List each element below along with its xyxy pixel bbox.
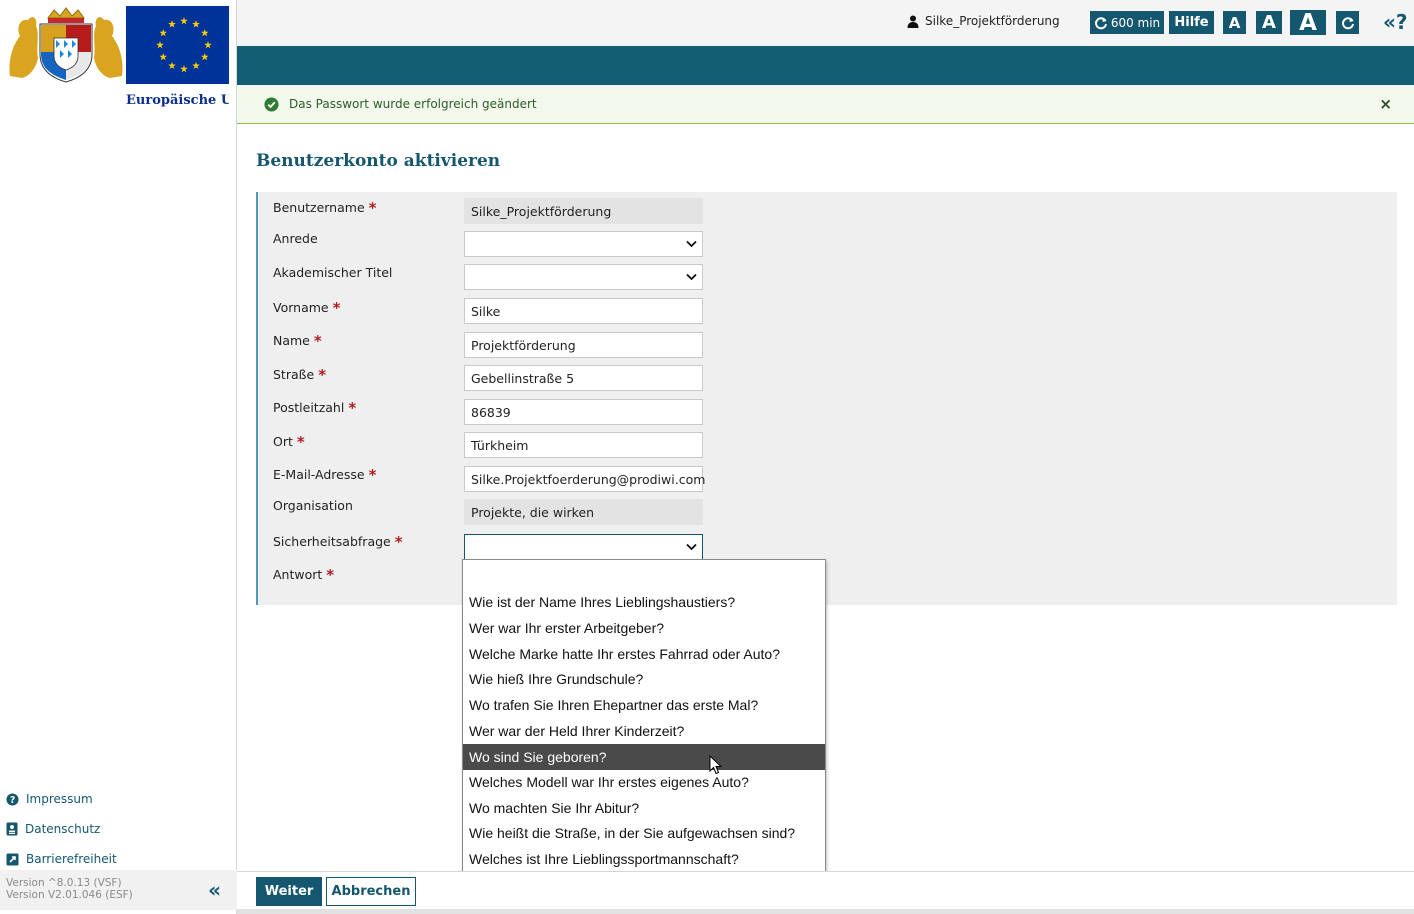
username: Silke_Projektförderung (925, 14, 1060, 28)
bottom-strip (237, 909, 1414, 914)
font-size-large-button[interactable]: A (1290, 10, 1326, 36)
akademischer-titel-select[interactable] (464, 264, 703, 290)
email-input[interactable]: Silke.Projektfoerderung@prodiwi.com (464, 466, 705, 492)
impressum-link[interactable]: ? Impressum (6, 784, 117, 814)
required-mark: * (348, 399, 357, 417)
label-antwort: Antwort * (273, 566, 335, 584)
eu-label: Europäische Union (126, 93, 229, 108)
mouse-pointer-icon (709, 755, 723, 775)
account-form: Benutzername * Anrede Akademischer Titel … (256, 192, 1397, 605)
benutzername-field: Silke_Projektförderung (464, 198, 703, 224)
option-strasse[interactable]: Wie heißt die Straße, in der Sie aufgewa… (463, 820, 825, 846)
barrierefreiheit-label: Barrierefreiheit (26, 852, 117, 866)
option-ehepartner[interactable]: Wo trafen Sie Ihren Ehepartner das erste… (463, 692, 825, 718)
close-notice-button[interactable]: × (1379, 95, 1392, 113)
option-grundschule[interactable]: Wie hieß Ihre Grundschule? (463, 666, 825, 692)
option-empty[interactable] (463, 564, 825, 590)
label-ort: Ort * (273, 433, 305, 451)
label-email: E-Mail-Adresse * (273, 466, 377, 484)
required-mark: * (318, 366, 327, 384)
user-info: Silke_Projektförderung (907, 14, 1060, 28)
eu-flag-logo (126, 6, 229, 84)
required-mark: * (326, 566, 335, 584)
required-mark: * (332, 299, 341, 317)
anrede-select[interactable] (464, 231, 703, 257)
bavaria-coat-of-arms-logo (6, 6, 126, 84)
security-question-listbox[interactable]: Wie ist der Name Ihres Lieblingshaustier… (462, 559, 826, 877)
notice-text: Das Passwort wurde erfolgreich geändert (289, 97, 537, 111)
option-held[interactable]: Wer war der Held Ihrer Kinderzeit? (463, 718, 825, 744)
required-mark: * (394, 533, 403, 551)
session-timer-button[interactable]: 600 min (1090, 11, 1164, 34)
label-postleitzahl: Postleitzahl * (273, 399, 357, 417)
external-link-icon (6, 853, 19, 865)
option-modell-auto[interactable]: Welches Modell war Ihr erstes eigenes Au… (463, 769, 825, 795)
weiter-button[interactable]: Weiter (256, 877, 322, 906)
check-circle-icon (264, 96, 279, 112)
header-band (237, 46, 1414, 85)
ort-input[interactable]: Türkheim (464, 432, 703, 458)
organisation-field: Projekte, die wirken (464, 499, 703, 525)
font-size-medium-button[interactable]: A (1256, 11, 1282, 34)
label-akademischer-titel: Akademischer Titel (273, 265, 393, 280)
refresh-icon (1094, 16, 1107, 29)
help-toggle-button[interactable]: «? (1383, 10, 1408, 34)
version-esf: Version V2.01.046 (ESF) (6, 889, 133, 901)
session-timer-label: 600 min (1110, 15, 1161, 30)
font-size-small-button[interactable]: A (1223, 11, 1246, 34)
datenschutz-label: Datenschutz (25, 822, 101, 836)
name-input[interactable]: Projektförderung (464, 332, 703, 358)
label-anrede: Anrede (273, 231, 318, 246)
label-name: Name * (273, 332, 322, 350)
page-title: Benutzerkonto aktivieren (256, 151, 501, 171)
label-vorname: Vorname * (273, 299, 341, 317)
action-bar: Weiter Abbrechen (237, 871, 1414, 914)
required-mark: * (368, 199, 377, 217)
impressum-label: Impressum (26, 792, 93, 806)
option-geboren[interactable]: Wo sind Sie geboren? (463, 744, 825, 770)
label-benutzername: Benutzername * (273, 199, 377, 217)
sidebar: Europäische Union ? Impressum Datenschut… (0, 0, 237, 914)
option-sportmannschaft[interactable]: Welches ist Ihre Lieblingssportmannschaf… (463, 846, 825, 872)
postleitzahl-input[interactable]: 86839 (464, 399, 703, 425)
badge-icon (6, 822, 18, 836)
required-mark: * (313, 332, 322, 350)
required-mark: * (368, 466, 377, 484)
abbrechen-button[interactable]: Abbrechen (326, 877, 416, 906)
reset-font-button[interactable] (1336, 11, 1359, 34)
label-strasse: Straße * (273, 366, 327, 384)
chevron-down-icon (686, 273, 697, 281)
option-abitur[interactable]: Wo machten Sie Ihr Abitur? (463, 795, 825, 821)
success-notice: Das Passwort wurde erfolgreich geändert … (237, 85, 1414, 124)
label-organisation: Organisation (273, 498, 353, 513)
option-fahrrad-auto[interactable]: Welche Marke hatte Ihr erstes Fahrrad od… (463, 641, 825, 667)
version-vsf: Version ^8.0.13 (VSF) (6, 877, 122, 889)
datenschutz-link[interactable]: Datenschutz (6, 814, 117, 844)
chevron-down-icon (686, 240, 697, 248)
footer-links: ? Impressum Datenschutz Barrierefreiheit (6, 784, 117, 874)
user-icon (907, 15, 919, 28)
top-header: Silke_Projektförderung 600 min Hilfe A A… (237, 0, 1414, 46)
svg-text:?: ? (10, 794, 15, 805)
sicherheitsabfrage-select[interactable] (464, 534, 703, 560)
option-arbeitgeber[interactable]: Wer war Ihr erster Arbeitgeber? (463, 615, 825, 641)
required-mark: * (296, 433, 305, 451)
vorname-input[interactable]: Silke (464, 298, 703, 324)
help-button[interactable]: Hilfe (1169, 11, 1214, 34)
strasse-input[interactable]: Gebellinstraße 5 (464, 365, 703, 391)
refresh-icon (1341, 16, 1354, 29)
collapse-sidebar-button[interactable]: « (208, 880, 221, 900)
label-sicherheitsabfrage: Sicherheitsabfrage * (273, 533, 403, 551)
chevron-down-icon (686, 543, 697, 551)
question-circle-icon: ? (6, 792, 19, 805)
version-info: Version ^8.0.13 (VSF) Version V2.01.046 … (0, 870, 237, 910)
option-haustier[interactable]: Wie ist der Name Ihres Lieblingshaustier… (463, 589, 825, 615)
